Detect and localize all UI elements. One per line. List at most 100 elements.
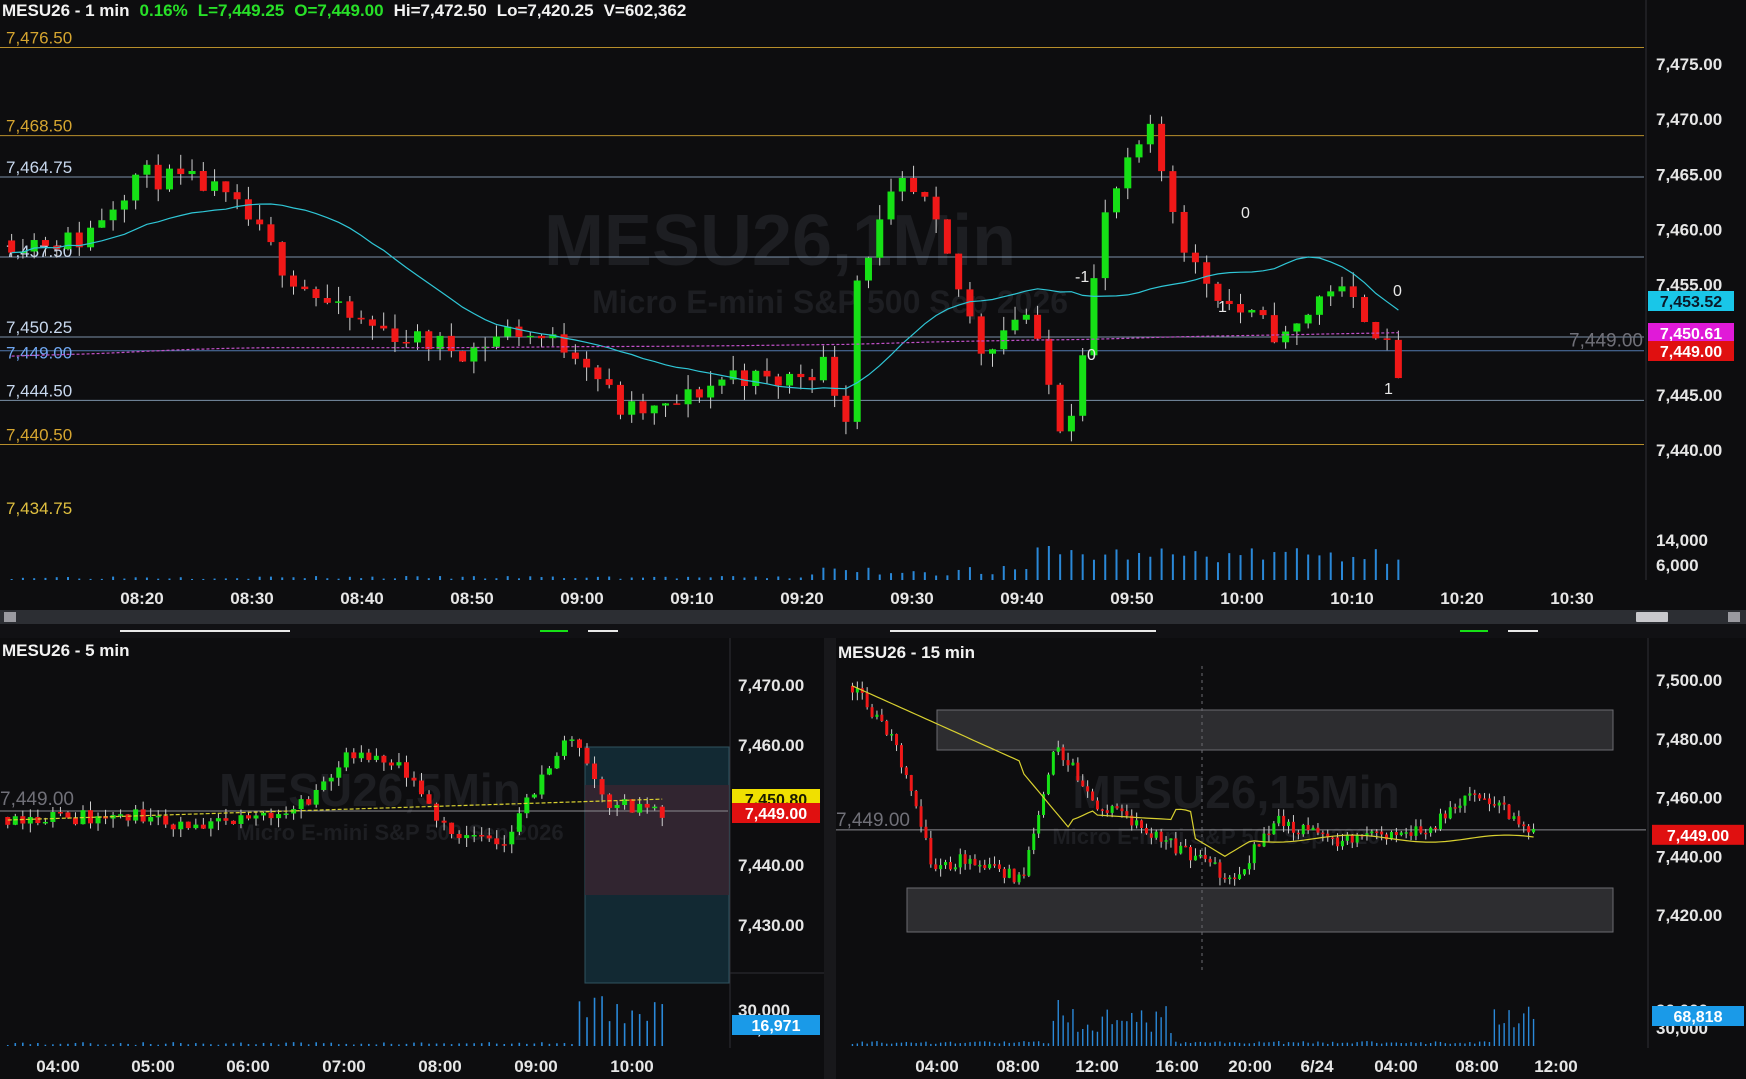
- candle-15min-candle: [1394, 832, 1398, 836]
- change-percent: 0.16%: [139, 1, 188, 20]
- price-axis-label: 7,430.00: [738, 916, 804, 935]
- scroll-thumb[interactable]: [1636, 612, 1668, 622]
- candle-1min-candle: [718, 379, 726, 386]
- candle-1min-candle: [1248, 310, 1256, 313]
- candle-1min-candle: [154, 164, 162, 190]
- candle-15min-candle: [919, 806, 923, 827]
- candle-1min-candle: [695, 389, 703, 398]
- candle-1min-candle: [1327, 291, 1335, 297]
- candle-15min-candle: [1282, 815, 1286, 827]
- candle-15min-candle: [1527, 826, 1531, 833]
- candle-5min-candle: [336, 767, 342, 778]
- last-price-ghost: 7,449.00: [1569, 331, 1643, 352]
- candle-5min-candle: [170, 824, 176, 830]
- level-label: 7,468.50: [6, 117, 72, 136]
- candle-15min-candle: [958, 854, 962, 868]
- candle-1min-candle: [132, 174, 140, 201]
- candle-15min-candle: [1218, 862, 1222, 878]
- candle-1min-candle: [1056, 384, 1064, 432]
- scroll-left-button[interactable]: [4, 612, 16, 622]
- time-axis-label: 09:20: [780, 589, 823, 608]
- candle-5min-candle: [652, 806, 658, 809]
- candle-1min-candle: [707, 385, 715, 398]
- candle-5min-candle: [644, 803, 650, 808]
- scroll-right-button[interactable]: [1728, 612, 1740, 622]
- candle-1min-candle: [740, 370, 748, 386]
- candle-15min-candle: [1419, 826, 1423, 833]
- candle-1min-candle: [1372, 321, 1380, 339]
- watermark-subtitle: Micro E-mini S&P 500 Sep 2026: [592, 284, 1068, 320]
- candle-15min-candle: [988, 864, 992, 869]
- chart-5min-pane[interactable]: MESU26,5Min Micro E-mini S&P 500 Sep 2026…: [0, 638, 824, 1079]
- candle-1min-candle: [1383, 338, 1391, 340]
- candle-15min-candle: [1100, 809, 1104, 811]
- candle-15min-candle: [1306, 824, 1310, 831]
- candle-5min-candle: [576, 739, 582, 748]
- candle-5min-candle: [298, 799, 304, 810]
- time-axis-label: 10:20: [1440, 589, 1483, 608]
- time-scrollbar[interactable]: [0, 610, 1746, 624]
- candle-15min-candle: [880, 714, 884, 722]
- candle-5min-candle: [125, 814, 131, 821]
- candle-15min-candle: [1468, 793, 1472, 796]
- chart-1min-pane[interactable]: MESU26,1Min Micro E-mini S&P 500 Sep 2026…: [0, 0, 1746, 610]
- candle-15min-candle: [1159, 831, 1163, 842]
- price-axis-label: 7,470.00: [738, 676, 804, 695]
- candle-1min-candle: [1282, 331, 1290, 343]
- candle-15min-candle: [1007, 868, 1011, 878]
- candle-1min-candle: [819, 356, 827, 381]
- candle-5min-candle: [592, 763, 598, 780]
- time-axis-label: 09:30: [890, 589, 933, 608]
- pane-tab-indicator: [1508, 630, 1538, 632]
- candle-5min-candle: [584, 747, 590, 764]
- price-axis-label: 7,460.00: [1656, 789, 1722, 808]
- chart-15min-pane[interactable]: MESU26,15Min Micro E-mini S&P 500 Sep 202…: [836, 638, 1746, 1079]
- candle-15min-candle: [1316, 827, 1320, 833]
- chart-1min-canvas[interactable]: MESU26,1MinMicro E-mini S&P 500 Sep 2026…: [0, 0, 1746, 610]
- time-axis-label: 05:00: [131, 1057, 174, 1076]
- candle-5min-candle: [637, 803, 643, 813]
- candle-5min-candle: [178, 821, 184, 830]
- candle-1min-candle: [199, 170, 207, 191]
- candle-1min-candle: [774, 376, 782, 386]
- candle-1min-candle: [1191, 252, 1199, 263]
- candle-1min-candle: [932, 196, 940, 220]
- candle-15min-candle: [1478, 794, 1482, 799]
- candle-15min-candle: [904, 767, 908, 776]
- time-axis-label: 04:00: [36, 1057, 79, 1076]
- chart-15min-canvas[interactable]: MESU26,15MinMicro E-mini S&P 500 Sep 202…: [836, 638, 1746, 1079]
- candle-5min-candle: [614, 805, 620, 808]
- candle-1min-candle: [256, 219, 264, 225]
- candle-15min-candle: [1252, 844, 1256, 864]
- candle-15min-candle: [1076, 762, 1080, 781]
- candle-1min-candle: [1293, 323, 1301, 332]
- price-badge: 7,453.52: [1660, 294, 1722, 311]
- pane-divider-horizontal[interactable]: [0, 624, 1746, 638]
- candle-15min-candle: [1424, 832, 1428, 835]
- candle-5min-candle: [494, 838, 500, 845]
- chart-5min-header: MESU26 - 5 min: [2, 641, 130, 660]
- candle-15min-candle: [944, 862, 948, 866]
- candle-5min-candle: [5, 817, 11, 825]
- candle-5min-candle: [42, 821, 48, 824]
- low-price: Lo=7,420.25: [496, 1, 594, 20]
- price-axis-label: 7,480.00: [1656, 730, 1722, 749]
- last-price-ghost: 7,449.00: [836, 810, 910, 831]
- candle-15min-candle: [1473, 793, 1477, 795]
- candle-15min-candle: [1149, 833, 1153, 838]
- candle-1min-candle: [1135, 144, 1143, 158]
- candle-15min-candle: [1370, 831, 1374, 834]
- candle-15min-candle: [1066, 760, 1070, 766]
- level-label: 7,476.50: [6, 28, 72, 47]
- pane-tab-indicator: [540, 630, 568, 632]
- candle-15min-candle: [1169, 838, 1173, 841]
- candle-15min-candle: [1179, 845, 1183, 854]
- pane-divider-vertical[interactable]: [824, 638, 836, 1079]
- candle-5min-candle: [411, 777, 417, 781]
- time-axis-label: 06:00: [226, 1057, 269, 1076]
- candle-5min-candle: [200, 824, 206, 829]
- candle-15min-candle: [978, 864, 982, 867]
- chart-5min-canvas[interactable]: MESU26,5MinMicro E-mini S&P 500 Sep 2026…: [0, 638, 824, 1079]
- candle-5min-candle: [441, 820, 447, 823]
- volume-badge: 68,818: [1674, 1009, 1723, 1026]
